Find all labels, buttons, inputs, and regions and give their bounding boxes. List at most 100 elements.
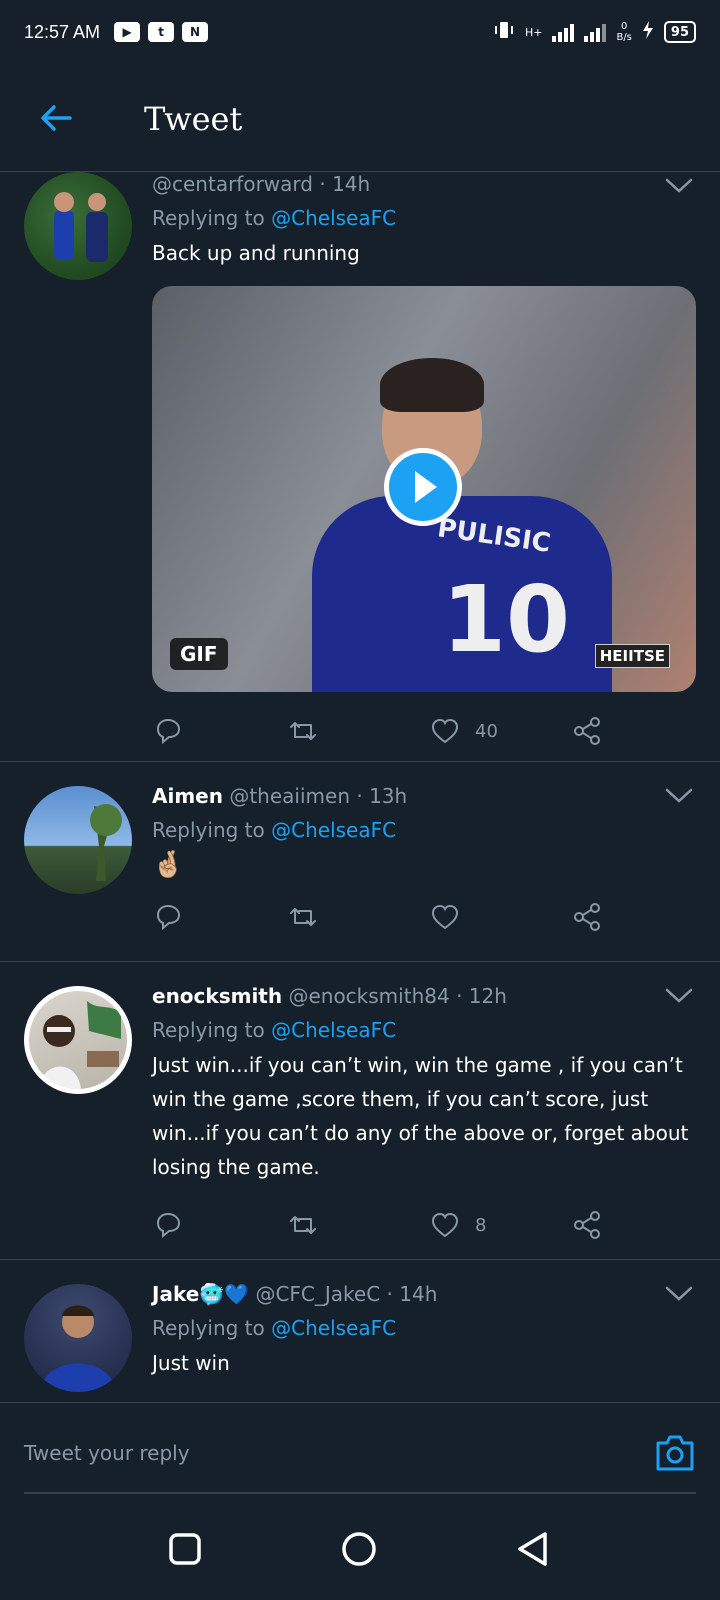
tweet-meta: @centarforward · 14h (152, 172, 696, 196)
reply-underline (24, 1492, 696, 1494)
tweet-actions (152, 882, 696, 952)
retweet-action[interactable] (287, 1209, 429, 1241)
nav-home-icon[interactable] (340, 1530, 378, 1568)
retweet-icon (290, 908, 316, 926)
tweet-time: 14h (399, 1282, 438, 1306)
tweet-text: 🤞🏼 (152, 850, 185, 880)
reply-action[interactable] (152, 901, 287, 933)
battery-level: 95 (663, 21, 696, 43)
tweet-author-name[interactable]: Jake🥶💙 (152, 1282, 249, 1306)
retweet-icon (290, 722, 316, 740)
tweet-body: Aimen @theaiimen · 13h Replying to @Chel… (152, 762, 696, 952)
reply-input[interactable]: Tweet your reply (24, 1441, 190, 1465)
media-watermark: HEIITSE (594, 644, 670, 668)
tweet-handle[interactable]: @centarforward (152, 172, 313, 196)
retweet-action[interactable] (287, 901, 429, 933)
tweet-item[interactable]: @centarforward · 14h Replying to @Chelse… (0, 172, 720, 762)
tweet-actions: 8 (152, 1190, 696, 1260)
tweet-author-name[interactable]: Aimen (152, 784, 223, 808)
chevron-down-icon[interactable] (664, 176, 694, 196)
dot-separator: · (386, 1282, 400, 1306)
avatar[interactable] (24, 986, 132, 1094)
chevron-down-icon[interactable] (664, 1284, 694, 1304)
tweet-text: Just win...if you can’t win, win the gam… (152, 1053, 689, 1179)
tweet-actions: 40 (152, 696, 696, 766)
share-action[interactable] (571, 901, 603, 933)
like-action[interactable] (429, 901, 571, 933)
tweet-body: enocksmith @enocksmith84 · 12h Replying … (152, 962, 696, 1260)
avatar[interactable] (24, 1284, 132, 1392)
replying-label: Replying to (152, 1316, 265, 1340)
status-bar: 12:57 AM ▶ t N H+ 0 B/s 95 (0, 0, 720, 64)
replying-to: Replying to @ChelseaFC (152, 1316, 696, 1340)
back-arrow-icon[interactable] (38, 100, 74, 136)
tweet-time: 14h (332, 172, 371, 196)
share-action[interactable] (571, 715, 603, 747)
tweet-meta: Aimen @theaiimen · 13h (152, 784, 696, 808)
share-icon (574, 717, 600, 745)
retweet-action[interactable] (287, 715, 429, 747)
network-type: H+ (524, 25, 543, 39)
like-icon (431, 1212, 459, 1238)
signal-bars-icon (552, 22, 575, 42)
retweet-icon (290, 1216, 316, 1234)
charging-icon (642, 20, 654, 44)
share-action[interactable] (571, 1209, 603, 1241)
tweet-text: Back up and running (152, 241, 360, 265)
play-icon[interactable] (384, 448, 462, 526)
twitter-icon: t (148, 22, 175, 42)
like-action[interactable]: 40 (429, 715, 571, 747)
like-action[interactable]: 8 (429, 1209, 571, 1241)
like-icon (431, 718, 459, 744)
replies-feed[interactable]: @centarforward · 14h Replying to @Chelse… (0, 172, 720, 1402)
network-speed-value: 0 (620, 21, 628, 32)
tweet-item[interactable]: Jake🥶💙 @CFC_JakeC · 14h Replying to @Che… (0, 1260, 720, 1402)
mention-link[interactable]: @ChelseaFC (271, 1316, 396, 1340)
youtube-icon: ▶ (114, 22, 141, 42)
mention-link[interactable]: @ChelseaFC (271, 206, 396, 230)
network-speed: 0 B/s (616, 21, 631, 43)
nav-back-icon[interactable] (514, 1530, 552, 1568)
replying-label: Replying to (152, 206, 265, 230)
network-speed-unit: B/s (616, 32, 632, 43)
tweet-item[interactable]: enocksmith @enocksmith84 · 12h Replying … (0, 962, 720, 1260)
share-icon (574, 903, 600, 931)
status-right: H+ 0 B/s 95 (493, 20, 696, 44)
mention-link[interactable]: @ChelseaFC (271, 818, 396, 842)
tweet-handle[interactable]: @theaiimen (229, 784, 350, 808)
reply-icon (156, 904, 181, 931)
tweet-handle[interactable]: @enocksmith84 (288, 984, 449, 1008)
tweet-item[interactable]: Aimen @theaiimen · 13h Replying to @Chel… (0, 762, 720, 962)
reply-icon (156, 718, 181, 745)
tweet-author-name[interactable]: enocksmith (152, 984, 282, 1008)
camera-icon[interactable] (654, 1433, 696, 1473)
like-count: 8 (475, 1214, 487, 1236)
chevron-down-icon[interactable] (664, 986, 694, 1006)
tweet-body: Jake🥶💙 @CFC_JakeC · 14h Replying to @Che… (152, 1260, 696, 1380)
replying-to: Replying to @ChelseaFC (152, 818, 696, 842)
like-icon (431, 904, 459, 930)
vibrate-icon (493, 20, 515, 44)
reply-action[interactable] (152, 1209, 287, 1241)
tweet-time: 12h (468, 984, 507, 1008)
gif-media[interactable]: PULISIC 10 GIF HEIITSE (152, 286, 696, 692)
tweet-body: @centarforward · 14h Replying to @Chelse… (152, 172, 696, 766)
replying-to: Replying to @ChelseaFC (152, 206, 696, 230)
page-title: Tweet (144, 100, 243, 138)
avatar[interactable] (24, 786, 132, 894)
status-app-icons: ▶ t N (114, 22, 209, 42)
system-nav-bar (0, 1496, 720, 1600)
nav-recents-icon[interactable] (166, 1530, 204, 1568)
app-header: Tweet (0, 64, 720, 172)
mention-link[interactable]: @ChelseaFC (271, 1018, 396, 1042)
tweet-text: Just win (152, 1351, 230, 1375)
status-time: 12:57 AM (24, 21, 101, 42)
tweet-meta: Jake🥶💙 @CFC_JakeC · 14h (152, 1282, 696, 1306)
reply-action[interactable] (152, 715, 287, 747)
tweet-handle[interactable]: @CFC_JakeC (255, 1282, 380, 1306)
signal-bars-2-icon (584, 22, 607, 42)
chevron-down-icon[interactable] (664, 786, 694, 806)
media-jersey-number: 10 (442, 566, 571, 673)
avatar[interactable] (24, 172, 132, 280)
like-count: 40 (475, 720, 498, 742)
